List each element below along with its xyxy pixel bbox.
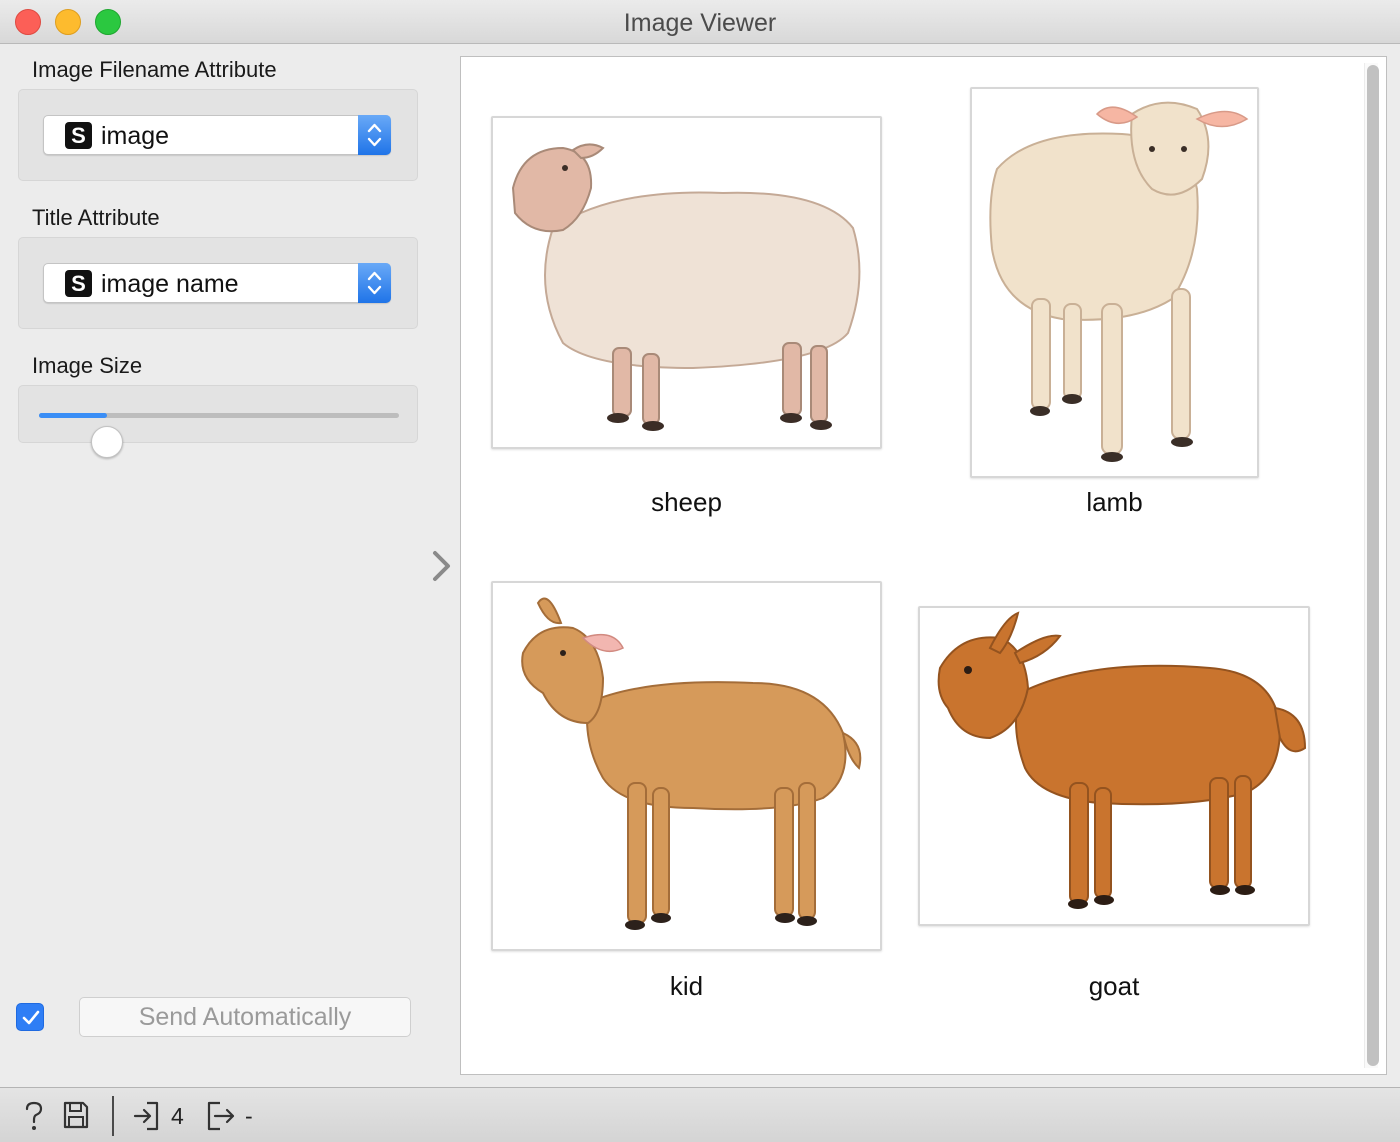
filename-attribute-group: S image: [18, 89, 418, 181]
image-title-sheep: sheep: [651, 487, 722, 517]
image-title-kid: kid: [669, 971, 704, 1001]
image-title-lamb: lamb: [1086, 487, 1143, 517]
string-type-icon: S: [65, 122, 92, 149]
window-title: Image Viewer: [623, 9, 777, 37]
output-icon[interactable]: [206, 1100, 238, 1137]
send-automatically-checkbox[interactable]: [16, 1003, 44, 1031]
status-bar: 4 -: [0, 1087, 1400, 1142]
help-icon[interactable]: [22, 1100, 46, 1137]
vertical-scrollbar[interactable]: [1364, 63, 1379, 1068]
title-attribute-label: Title Attribute: [32, 205, 160, 230]
title-attribute-group: S image name: [18, 237, 418, 329]
scrollbar-thumb[interactable]: [1367, 65, 1379, 1066]
image-thumbnail-sheep[interactable]: [491, 116, 882, 449]
send-automatically-button[interactable]: Send Automatically: [79, 997, 411, 1037]
image-title-goat: goat: [1088, 971, 1140, 1001]
image-size-slider[interactable]: [39, 413, 399, 458]
output-count: -: [245, 1103, 253, 1129]
kid-image: [521, 597, 862, 930]
filename-attribute-value: image: [101, 122, 170, 150]
image-thumbnail-lamb[interactable]: [970, 87, 1259, 478]
image-size-slider-handle[interactable]: [91, 426, 124, 458]
string-type-icon: S: [65, 270, 92, 297]
title-bar: Image Viewer: [0, 0, 1400, 44]
updown-arrows-icon[interactable]: [358, 115, 391, 155]
filename-attribute-combo[interactable]: S image: [43, 115, 391, 155]
title-attribute-combo[interactable]: S image name: [43, 263, 391, 303]
input-icon[interactable]: [132, 1100, 160, 1137]
title-attribute-value: image name: [101, 270, 239, 298]
updown-arrows-icon[interactable]: [358, 263, 391, 303]
save-icon[interactable]: [62, 1100, 90, 1135]
filename-attribute-label: Image Filename Attribute: [32, 57, 277, 82]
image-thumbnail-goat[interactable]: [918, 606, 1310, 926]
goat-image: [937, 611, 1307, 909]
image-size-group: [18, 385, 418, 458]
sheep-image: [511, 143, 861, 431]
status-divider: [112, 1096, 114, 1136]
image-size-label: Image Size: [32, 353, 143, 378]
chevron-right-icon[interactable]: [430, 549, 454, 588]
image-thumbnail-kid[interactable]: [491, 581, 882, 951]
lamb-image: [989, 101, 1249, 462]
image-size-slider-fill: [39, 413, 108, 418]
input-count: 4: [171, 1103, 184, 1129]
image-gallery[interactable]: sheep lamb kid goat: [460, 56, 1387, 1075]
